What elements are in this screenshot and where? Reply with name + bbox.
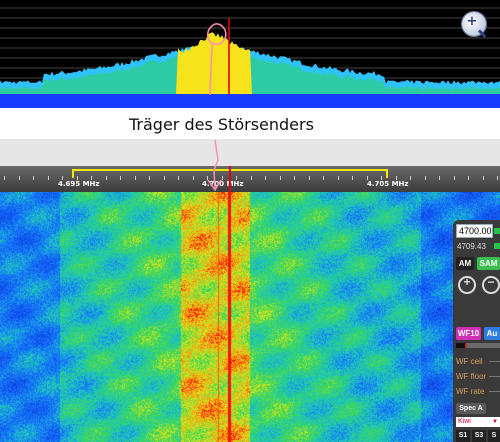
kiwi-select-value: Kiwi	[458, 418, 471, 425]
scale-tick	[308, 176, 310, 180]
zoom-out-button[interactable]: −	[482, 275, 500, 294]
waterfall-slider[interactable]	[456, 343, 500, 348]
wf-ceil-slider[interactable]	[489, 361, 500, 362]
scale-tick	[163, 176, 165, 180]
scale-tick	[265, 176, 266, 180]
zoom-out-icon: −	[487, 275, 495, 289]
scale-tick	[424, 176, 426, 180]
carrier-marker	[229, 166, 231, 192]
wf-auto-button[interactable]: Au	[484, 327, 500, 340]
wf-mode-button[interactable]: WF10	[456, 327, 481, 340]
scale-tick	[497, 176, 498, 180]
frequency-scale[interactable]: 4.695 MHz 4.700 MHz 4.705 MHz	[0, 166, 500, 192]
spectrum-graph	[0, 7, 500, 108]
spectrum-display[interactable]: +	[0, 0, 500, 108]
s-button[interactable]: S	[488, 430, 500, 442]
scale-tick	[439, 176, 440, 180]
zoom-in-button[interactable]: +	[458, 275, 476, 294]
scale-tick	[468, 176, 469, 180]
zoom-in-icon: +	[463, 275, 471, 289]
scale-tick	[323, 176, 324, 180]
scale-tick	[47, 176, 49, 180]
scale-tick	[149, 176, 150, 180]
scale-tick	[453, 176, 455, 180]
kiwi-select[interactable]: Kiwi ▼	[456, 417, 500, 427]
scale-tick	[120, 176, 121, 180]
annotation-caption: Träger des Störsenders	[129, 115, 314, 134]
scale-tick	[410, 176, 411, 180]
scale-tick	[482, 176, 484, 180]
wf-rate-label: WF rate	[456, 387, 485, 396]
spec-button[interactable]: Spec A	[456, 403, 486, 414]
scale-tick	[192, 176, 194, 180]
waterfall-display[interactable]	[0, 192, 500, 442]
spectrum-baseline	[0, 94, 500, 108]
chevron-down-icon: ▼	[492, 419, 498, 425]
readout-status-indicator	[494, 243, 500, 249]
annotation-gray-strip	[0, 139, 500, 166]
s1-button[interactable]: S1	[456, 430, 470, 442]
frequency-status-indicator	[494, 228, 500, 234]
annotation-band: Träger des Störsenders	[0, 108, 500, 166]
scale-tick	[134, 176, 136, 180]
scale-tick	[352, 176, 353, 180]
scale-tick	[4, 176, 5, 180]
scale-tick	[33, 176, 34, 180]
control-panel: 4700.00 4709.43 AM SAM + − WF10 Au WF ce…	[453, 220, 500, 442]
scale-tick	[294, 176, 295, 180]
scale-tick	[178, 176, 179, 180]
freq-label-4705: 4.705 MHz	[367, 180, 409, 188]
scale-tick	[337, 176, 339, 180]
freq-label-4695: 4.695 MHz	[58, 180, 100, 188]
wf-ceil-label: WF ceil	[456, 357, 483, 366]
freq-label-4700: 4.700 MHz	[202, 180, 244, 188]
scale-tick	[105, 176, 107, 180]
mode-sam-button[interactable]: SAM	[477, 257, 500, 270]
scale-tick	[18, 176, 20, 180]
mode-am-button[interactable]: AM	[456, 257, 474, 270]
frequency-input[interactable]: 4700.00	[456, 224, 493, 238]
wf-rate-slider[interactable]	[489, 391, 500, 392]
wf-floor-slider[interactable]	[489, 376, 500, 377]
s3-button[interactable]: S3	[472, 430, 486, 442]
scale-tick	[250, 176, 252, 180]
wf-floor-label: WF floor	[456, 372, 487, 381]
zoom-in-icon[interactable]: +	[462, 12, 487, 38]
waterfall-canvas	[0, 192, 500, 442]
scale-tick	[279, 176, 281, 180]
frequency-readout: 4709.43	[457, 242, 486, 251]
